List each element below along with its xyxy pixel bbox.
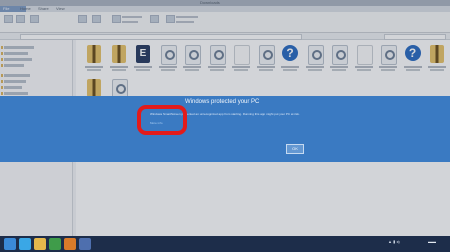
ie-icon[interactable]	[19, 238, 31, 250]
ok-button[interactable]: OK	[286, 144, 304, 154]
media-icon[interactable]	[64, 238, 76, 250]
start-icon[interactable]	[4, 238, 16, 250]
system-tray: ▲ ▮ ◂)	[388, 239, 400, 244]
banner-heading: Windows protected your PC	[185, 99, 260, 105]
taskbar: ▲ ▮ ◂) ▬▬	[0, 236, 450, 252]
desktop-screen: Downloads File Home Share View E ? ? Win…	[0, 0, 450, 252]
smartscreen-banner: Windows protected your PC Windows SmartS…	[0, 96, 450, 162]
explorer-icon[interactable]	[34, 238, 46, 250]
store-icon[interactable]	[49, 238, 61, 250]
app-icon[interactable]	[79, 238, 91, 250]
clock[interactable]: ▬▬	[428, 239, 436, 244]
red-highlight-circle	[137, 105, 187, 135]
